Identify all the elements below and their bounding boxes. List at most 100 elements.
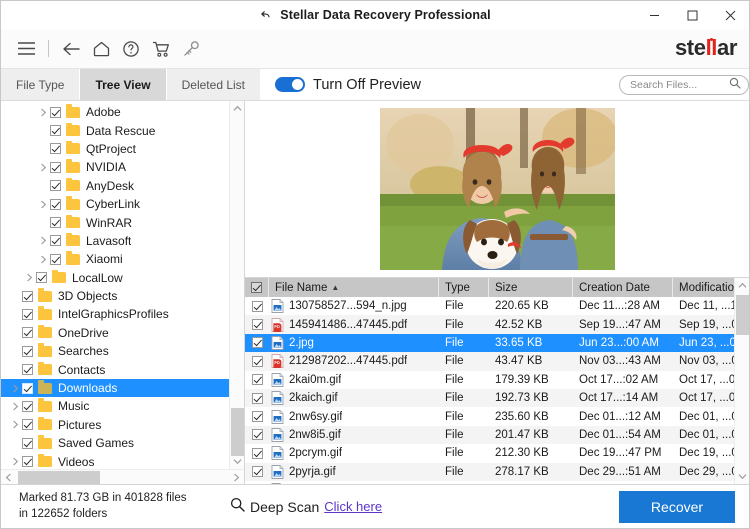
tree-node-checkbox[interactable] (50, 253, 61, 265)
row-checkbox-cell[interactable] (245, 463, 269, 481)
table-row[interactable]: 212987202...47445.pdf File 43.47 KB Nov 03.… (245, 352, 734, 371)
tree-scroll-down-icon[interactable] (230, 454, 245, 469)
column-header-creation-date[interactable]: Creation Date (573, 278, 673, 297)
tree-vscroll-thumb[interactable] (230, 408, 244, 456)
table-row[interactable]: 2kai0m.gif File 179.39 KB Oct 17...:02 AM Oc… (245, 371, 734, 389)
row-checkbox[interactable] (251, 411, 263, 423)
chevron-right-icon[interactable] (23, 273, 36, 282)
row-checkbox-cell[interactable] (245, 352, 269, 370)
preview-toggle-switch[interactable] (275, 77, 305, 92)
tree-node-checkbox[interactable] (22, 419, 33, 431)
chevron-right-icon[interactable] (9, 384, 22, 393)
file-list-vertical-scrollbar[interactable] (734, 278, 749, 484)
row-checkbox-cell[interactable] (245, 389, 269, 407)
maximize-button[interactable] (673, 1, 711, 29)
column-header-modification-date[interactable]: Modification Date (673, 278, 734, 297)
table-row[interactable]: 2nw8i5.gif File 201.47 KB Dec 01...:54 AM De… (245, 425, 734, 445)
tree-horizontal-scrollbar[interactable] (1, 469, 244, 484)
chevron-right-icon[interactable] (9, 402, 22, 411)
row-checkbox[interactable] (251, 466, 263, 478)
row-checkbox-cell[interactable] (245, 371, 269, 389)
deep-scan-group[interactable]: Deep Scan Click here (230, 497, 382, 517)
chevron-right-icon[interactable] (37, 108, 50, 117)
tree-node[interactable]: Saved Games (1, 434, 229, 452)
file-vscroll-track[interactable] (735, 293, 750, 469)
tree-scroll-up-icon[interactable] (230, 101, 245, 116)
tree-node[interactable]: Contacts (1, 360, 229, 378)
folder-tree[interactable]: Adobe Data Rescue QtProject NVIDIA AnyDesk Cy… (1, 101, 229, 469)
row-checkbox[interactable] (251, 337, 263, 349)
chevron-right-icon[interactable] (37, 163, 50, 172)
row-checkbox-cell[interactable] (245, 426, 269, 444)
tree-hscroll-thumb[interactable] (18, 470, 100, 484)
file-vscroll-thumb[interactable] (735, 295, 749, 335)
column-header-file-name[interactable]: File Name ▲ (269, 278, 439, 297)
preview-toggle-group[interactable]: Turn Off Preview (275, 69, 421, 100)
tree-vertical-scrollbar[interactable] (229, 101, 244, 469)
tree-node-checkbox[interactable] (50, 180, 61, 192)
tree-node[interactable]: WinRAR (1, 213, 229, 231)
tree-node[interactable]: Music (1, 397, 229, 415)
tree-node[interactable]: Searches (1, 342, 229, 360)
tree-node-checkbox[interactable] (50, 161, 61, 173)
tree-node[interactable]: Xiaomi (1, 250, 229, 268)
row-checkbox[interactable] (251, 300, 263, 312)
tree-node[interactable]: Adobe (1, 103, 229, 121)
tree-node[interactable]: Data Rescue (1, 121, 229, 139)
tree-node-checkbox[interactable] (22, 382, 33, 394)
column-header-size[interactable]: Size (489, 278, 573, 297)
tree-node-checkbox[interactable] (22, 437, 33, 449)
cart-icon[interactable] (146, 34, 176, 64)
table-row[interactable]: 2pcrym.gif File 212.30 KB Dec 19...:47 PM De… (245, 444, 734, 462)
tree-node-checkbox[interactable] (50, 106, 61, 118)
tree-node[interactable]: NVIDIA (1, 158, 229, 176)
home-icon[interactable] (86, 34, 116, 64)
row-checkbox[interactable] (251, 355, 263, 367)
file-scroll-down-icon[interactable] (735, 469, 750, 484)
tree-node[interactable]: OneDrive (1, 324, 229, 342)
tree-node-checkbox[interactable] (22, 327, 33, 339)
select-all-checkbox[interactable] (251, 282, 262, 293)
key-icon[interactable] (176, 34, 206, 64)
table-row[interactable]: 2pyrja.gif File 278.17 KB Dec 29...:51 AM De… (245, 462, 734, 481)
back-arrow-icon[interactable] (56, 34, 86, 64)
table-row[interactable]: 130758527...594_n.jpg File 220.65 KB Dec 11… (245, 297, 734, 315)
table-row[interactable]: 2kaich.gif File 192.73 KB Oct 17...:14 AM Oc… (245, 388, 734, 408)
tree-node-checkbox[interactable] (22, 308, 33, 320)
tree-node[interactable]: CyberLink (1, 195, 229, 213)
chevron-right-icon[interactable] (37, 255, 50, 264)
chevron-right-icon[interactable] (37, 200, 50, 209)
row-checkbox[interactable] (251, 392, 263, 404)
row-checkbox-cell[interactable] (245, 334, 269, 352)
chevron-right-icon[interactable] (9, 420, 22, 429)
tab-tree-view[interactable]: Tree View (80, 69, 167, 100)
tree-scroll-left-icon[interactable] (1, 470, 16, 485)
tree-node-checkbox[interactable] (50, 217, 61, 229)
tree-node[interactable]: LocalLow (1, 269, 229, 287)
tree-hscroll-track[interactable] (16, 470, 229, 485)
table-row[interactable]: 2.jpg File 33.65 KB Jun 23...:00 AM Jun 23, … (245, 333, 734, 353)
file-scroll-up-icon[interactable] (735, 278, 750, 293)
column-header-type[interactable]: Type (439, 278, 489, 297)
tree-node-checkbox[interactable] (36, 272, 47, 284)
search-box[interactable] (619, 74, 749, 95)
tree-vscroll-track[interactable] (230, 116, 245, 456)
row-checkbox[interactable] (251, 447, 263, 459)
tree-node[interactable]: Videos (1, 452, 229, 469)
tree-node-checkbox[interactable] (22, 345, 33, 357)
row-checkbox[interactable] (251, 429, 263, 441)
tab-deleted-list[interactable]: Deleted List (166, 69, 261, 100)
tree-node-checkbox[interactable] (50, 143, 61, 155)
recover-button[interactable]: Recover (619, 490, 735, 523)
help-icon[interactable] (116, 34, 146, 64)
tree-node-checkbox[interactable] (50, 125, 61, 137)
row-checkbox[interactable] (251, 319, 263, 331)
select-all-header[interactable] (245, 278, 269, 297)
deep-scan-link[interactable]: Click here (324, 499, 382, 514)
tree-scroll-right-icon[interactable] (229, 470, 244, 485)
tree-node-checkbox[interactable] (22, 456, 33, 468)
menu-icon[interactable] (11, 34, 41, 64)
row-checkbox[interactable] (251, 374, 263, 386)
tree-node[interactable]: IntelGraphicsProfiles (1, 305, 229, 323)
tree-node-checkbox[interactable] (22, 290, 33, 302)
